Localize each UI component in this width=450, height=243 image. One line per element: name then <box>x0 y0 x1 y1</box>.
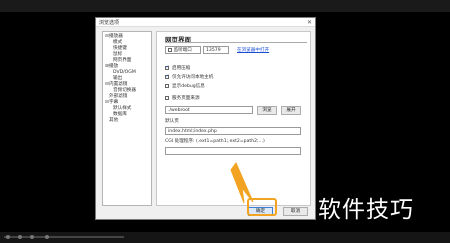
watermark-text: 软件技巧 <box>318 197 414 223</box>
ok-highlight-box <box>247 198 277 216</box>
seek-dot-icon <box>18 235 22 239</box>
seek-dot-icon <box>45 235 49 239</box>
seek-dot-icon <box>30 235 34 239</box>
seek-track[interactable] <box>4 236 124 238</box>
seek-dot-icon <box>6 235 10 239</box>
